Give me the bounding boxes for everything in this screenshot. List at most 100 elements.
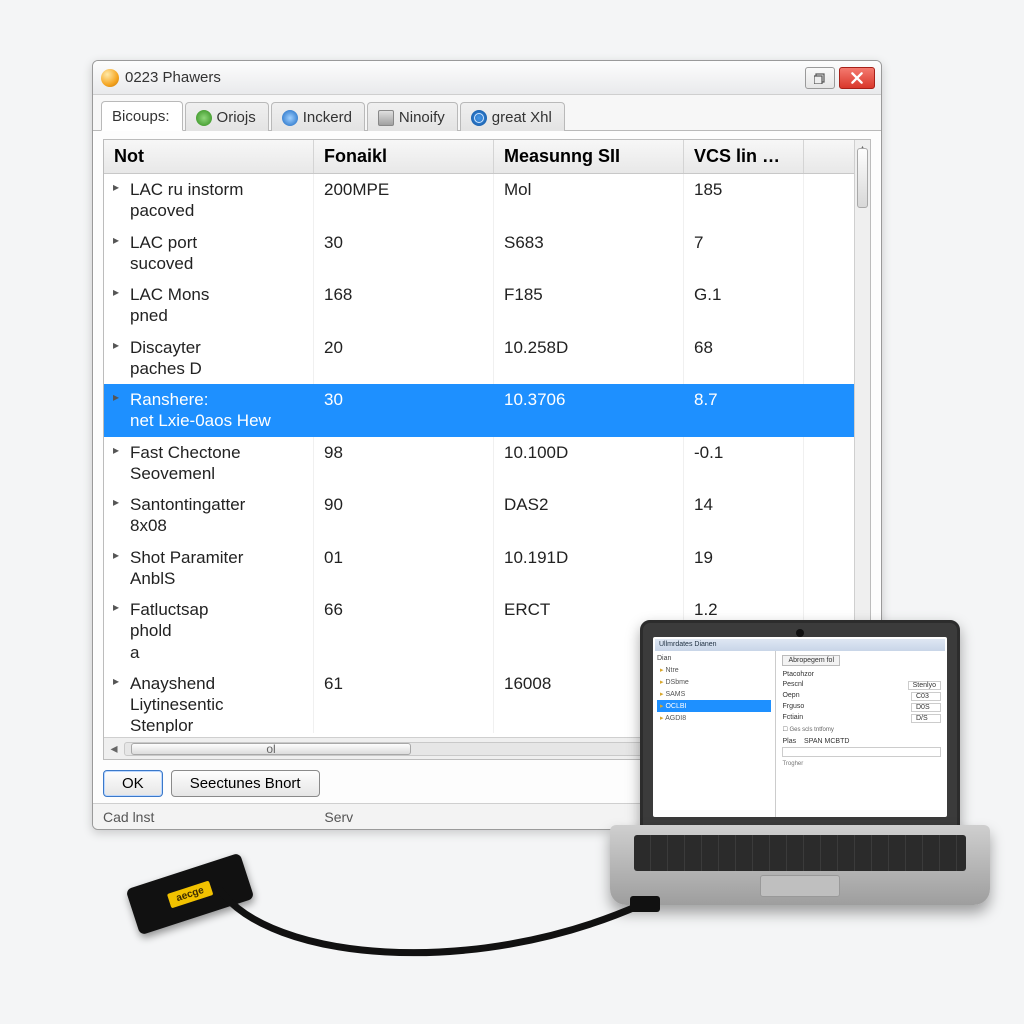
cell: 10.100D: [494, 437, 684, 490]
mini-list-item: DSbme: [657, 676, 771, 688]
mini-field-row: OepnC03: [782, 692, 941, 701]
table-row[interactable]: Fast Chectone Seovemenl9810.100D-0.1: [104, 437, 870, 490]
tab-label: Inckerd: [303, 109, 352, 126]
col-header-3[interactable]: VCS lin Cunce: [684, 140, 804, 173]
cell: 20: [314, 332, 494, 385]
mini-list-item: Ntre: [657, 664, 771, 676]
cell: Discayter paches D: [104, 332, 314, 385]
tab-inckerd[interactable]: Inckerd: [271, 102, 365, 131]
cell: 68: [684, 332, 804, 385]
mini-field-row: FctiainD/S: [782, 714, 941, 723]
restore-button[interactable]: [805, 67, 835, 89]
cable-icon: [210, 850, 670, 980]
cell: 185: [684, 174, 804, 227]
tab-label: Oriojs: [217, 109, 256, 126]
table-row[interactable]: Ranshere: net Lxie-0aos Hew3010.37068.7: [104, 384, 870, 437]
cell: Santontingatter 8x08: [104, 489, 314, 542]
mini-sidebar-header: Dian: [657, 655, 771, 662]
mini-big-value: SPAN MCBTD: [804, 738, 849, 745]
titlebar: 0223 Phawers: [93, 61, 881, 95]
cell: Fast Chectone Seovemenl: [104, 437, 314, 490]
mini-field-row: PescnlStenlyo: [782, 681, 941, 690]
cell: Mol: [494, 174, 684, 227]
cell: 14: [684, 489, 804, 542]
cell: G.1: [684, 279, 804, 332]
tab-label: Bicoups:: [112, 108, 170, 125]
leaf-icon: [196, 110, 212, 126]
col-header-1[interactable]: Fonaikl: [314, 140, 494, 173]
usb-dongle: aecge: [126, 853, 255, 936]
cell: Ranshere: net Lxie-0aos Hew: [104, 384, 314, 437]
window-title: 0223 Phawers: [125, 69, 221, 86]
cell: 66: [314, 594, 494, 668]
app-icon: [101, 69, 119, 87]
tab-oriojs[interactable]: Oriojs: [185, 102, 269, 131]
cell: 90: [314, 489, 494, 542]
close-button[interactable]: [839, 67, 875, 89]
mini-footer-label: Trogher: [782, 761, 941, 767]
grid-header: Not Fonaikl Measunng SII VCS lin Cunce: [104, 140, 870, 174]
col-header-0[interactable]: Not: [104, 140, 314, 173]
mini-list-item: SAMS: [657, 688, 771, 700]
cell: 10.191D: [494, 542, 684, 595]
world-icon: [471, 110, 487, 126]
ok-button[interactable]: OK: [103, 770, 163, 797]
mini-list-item: AGDI8: [657, 712, 771, 724]
table-row[interactable]: LAC port sucoved30S6837: [104, 227, 870, 280]
cell: Shot Paramiter AnblS: [104, 542, 314, 595]
table-row[interactable]: LAC ru instorm pacoved200MPEMol185: [104, 174, 870, 227]
mini-tab: Abropegem fol: [782, 655, 840, 666]
cell: 8.7: [684, 384, 804, 437]
cell: DAS2: [494, 489, 684, 542]
mini-field-row: FrgusoD0S: [782, 703, 941, 712]
laptop-base: [610, 825, 990, 905]
server-icon: [378, 110, 394, 126]
laptop-keyboard: [634, 835, 966, 871]
secondary-button[interactable]: Seectunes Bnort: [171, 770, 320, 797]
cell: 10.3706: [494, 384, 684, 437]
cell: 98: [314, 437, 494, 490]
mini-panel: Abropegem fol Ptacohzor PescnlStenlyo Oep…: [776, 651, 947, 817]
cell: 7: [684, 227, 804, 280]
cell: 10.258D: [494, 332, 684, 385]
cell: -0.1: [684, 437, 804, 490]
mini-big-label: Plas: [782, 738, 796, 745]
tab-label: Ninoify: [399, 109, 445, 126]
mini-sidebar: Dian NtreDSbmeSAMSOCLBIAGDI8: [653, 651, 776, 817]
cell: F185: [494, 279, 684, 332]
cell: 01: [314, 542, 494, 595]
laptop-trackpad: [760, 875, 840, 897]
dongle-label: aecge: [167, 880, 214, 908]
cell: 61: [314, 668, 494, 733]
cell: Anayshend Liytinesentic Stenplor: [104, 668, 314, 733]
cell: 200MPE: [314, 174, 494, 227]
mini-heading: Ptacohzor: [782, 671, 941, 678]
scroll-left-icon[interactable]: ◂: [104, 738, 124, 759]
tab-greatxhl[interactable]: great Xhl: [460, 102, 565, 131]
laptop-screen: Ullmrdates Dianen Dian NtreDSbmeSAMSOCLB…: [640, 620, 960, 830]
cell: LAC port sucoved: [104, 227, 314, 280]
table-row[interactable]: Santontingatter 8x0890DAS214: [104, 489, 870, 542]
cell: LAC Mons pned: [104, 279, 314, 332]
cell: S683: [494, 227, 684, 280]
mini-longfield: [782, 747, 941, 757]
mini-checkbox: Ges scls tntfomy: [782, 726, 941, 733]
tabstrip: Bicoups: Oriojs Inckerd Ninoify great Xh…: [93, 95, 881, 131]
table-row[interactable]: Discayter paches D2010.258D68: [104, 332, 870, 385]
col-header-2[interactable]: Measunng SII: [494, 140, 684, 173]
tab-bicoups[interactable]: Bicoups:: [101, 101, 183, 131]
mini-titlebar: Ullmrdates Dianen: [655, 639, 945, 651]
vertical-scroll-thumb[interactable]: [857, 148, 868, 208]
cell: 168: [314, 279, 494, 332]
cell: 30: [314, 227, 494, 280]
cell: Fatluctsap phold a: [104, 594, 314, 668]
globe-icon: [282, 110, 298, 126]
horizontal-scroll-thumb[interactable]: ol: [131, 743, 411, 755]
cell: LAC ru instorm pacoved: [104, 174, 314, 227]
table-row[interactable]: Shot Paramiter AnblS0110.191D19: [104, 542, 870, 595]
tab-ninoify[interactable]: Ninoify: [367, 102, 458, 131]
cell: 30: [314, 384, 494, 437]
table-row[interactable]: LAC Mons pned168F185G.1: [104, 279, 870, 332]
cell: 19: [684, 542, 804, 595]
status-left: Cad lnst: [103, 809, 154, 825]
